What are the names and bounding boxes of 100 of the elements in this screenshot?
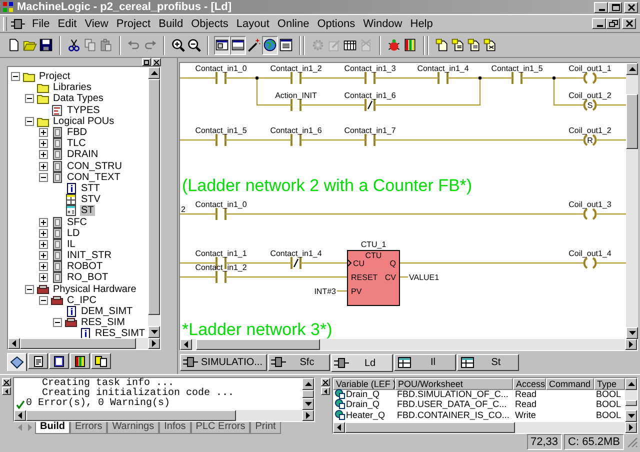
output-tab[interactable]: PLC Errors xyxy=(190,422,250,434)
output-tab[interactable]: Build xyxy=(35,422,70,434)
tree-item[interactable]: Physical Hardware xyxy=(52,284,138,295)
tree-item[interactable]: INIT_STR xyxy=(66,250,112,262)
column-header[interactable]: Type xyxy=(594,378,625,390)
menu-item[interactable]: Project xyxy=(112,18,155,30)
tree-item[interactable]: ROBOT xyxy=(66,261,104,272)
vertical-scrollbar[interactable] xyxy=(302,378,314,410)
tree-item[interactable]: TLC xyxy=(66,138,87,150)
minus-icon[interactable] xyxy=(25,116,34,126)
close-button[interactable] xyxy=(2,378,11,386)
maximize-button[interactable] xyxy=(608,2,622,12)
scroll-down-button[interactable] xyxy=(148,326,160,338)
minimize-button[interactable] xyxy=(594,2,608,12)
scroll-right-button[interactable] xyxy=(625,339,637,350)
tree-item[interactable]: IL xyxy=(66,238,76,250)
panel-tab[interactable] xyxy=(28,353,48,369)
tree-item[interactable]: RES_SIMT xyxy=(94,328,146,338)
plus-icon[interactable] xyxy=(39,218,48,227)
plus-icon[interactable] xyxy=(39,128,48,138)
minus-icon[interactable] xyxy=(39,296,48,305)
horizontal-scrollbar[interactable] xyxy=(180,339,637,350)
horizontal-scrollbar[interactable] xyxy=(8,338,160,349)
scroll-thumb[interactable] xyxy=(625,400,637,406)
output-tab[interactable]: Infos xyxy=(159,422,191,434)
close-button[interactable] xyxy=(152,58,161,66)
tree-item[interactable]: ST xyxy=(80,205,95,216)
scroll-down-button[interactable] xyxy=(626,327,638,339)
minus-icon[interactable] xyxy=(11,72,20,82)
collapse-button[interactable] xyxy=(2,387,11,395)
output-tab[interactable]: Print xyxy=(250,422,281,434)
scroll-down-button[interactable] xyxy=(625,410,637,422)
minus-icon[interactable] xyxy=(25,284,34,294)
tree-item[interactable]: STV xyxy=(80,194,102,206)
plus-icon[interactable] xyxy=(39,139,48,148)
tree-item[interactable]: DEM_SIMT xyxy=(80,306,134,318)
scroll-up-button[interactable] xyxy=(626,63,638,75)
coil[interactable] xyxy=(583,99,597,111)
column-header[interactable]: POU/Worksheet xyxy=(395,378,513,390)
tree-item[interactable]: Libraries xyxy=(52,82,92,94)
scroll-thumb[interactable] xyxy=(196,339,320,350)
tree-item[interactable]: CON_TEXT xyxy=(66,172,122,183)
column-header[interactable]: Command xyxy=(546,378,594,390)
tree-item[interactable]: CON_STRU xyxy=(66,160,124,172)
menu-item[interactable]: File xyxy=(28,18,54,30)
tree-item[interactable]: RO_BOT xyxy=(66,272,110,284)
tree-item[interactable]: STT xyxy=(80,182,101,194)
scroll-left-button[interactable] xyxy=(180,339,192,350)
plus-icon[interactable] xyxy=(39,262,48,272)
scroll-down-button[interactable] xyxy=(302,398,314,410)
tree-item[interactable]: LD xyxy=(66,228,81,239)
plus-icon[interactable] xyxy=(39,150,48,160)
scroll-up-button[interactable] xyxy=(625,378,637,390)
menu-item[interactable]: Window xyxy=(359,18,406,30)
restore-button[interactable] xyxy=(142,58,151,66)
tree-item[interactable]: TYPES xyxy=(66,104,101,116)
function-block[interactable] xyxy=(347,250,400,306)
vertical-scrollbar[interactable] xyxy=(626,63,638,339)
panel-tab[interactable] xyxy=(49,353,69,369)
scroll-left-button[interactable] xyxy=(8,338,20,349)
minus-icon[interactable] xyxy=(25,94,34,104)
contact[interactable] xyxy=(290,256,302,270)
scroll-up-button[interactable] xyxy=(148,67,160,79)
horizontal-scrollbar[interactable] xyxy=(333,422,637,433)
horizontal-scrollbar[interactable] xyxy=(14,410,314,421)
editor-tab[interactable]: St xyxy=(456,354,518,371)
scroll-thumb[interactable] xyxy=(26,410,236,421)
tree-item[interactable]: Data Types xyxy=(52,93,104,104)
window-button[interactable] xyxy=(230,36,246,54)
menu-item[interactable]: Layout xyxy=(232,18,274,30)
plus-icon[interactable] xyxy=(39,228,48,238)
close-button[interactable] xyxy=(624,2,638,12)
panel-tab[interactable] xyxy=(91,353,111,369)
editor-tab[interactable]: Il xyxy=(394,354,456,371)
scroll-thumb[interactable] xyxy=(345,422,515,433)
window-button[interactable] xyxy=(214,36,230,54)
collapse-button[interactable] xyxy=(321,387,330,395)
scroll-right-button[interactable] xyxy=(625,422,637,433)
menu-item[interactable]: Options xyxy=(313,18,360,30)
menu-item[interactable]: View xyxy=(80,18,112,30)
vertical-scrollbar[interactable] xyxy=(625,378,637,422)
coil[interactable] xyxy=(583,134,597,146)
output-tab[interactable]: Warnings xyxy=(107,422,160,434)
plus-icon[interactable] xyxy=(39,273,48,282)
plus-icon[interactable] xyxy=(39,162,48,171)
plus-icon[interactable] xyxy=(39,240,48,249)
scroll-thumb[interactable] xyxy=(626,94,638,149)
editor-tab[interactable]: SIMULATIO... xyxy=(180,354,266,371)
editor-tab[interactable]: Ld xyxy=(330,354,392,372)
minus-icon[interactable] xyxy=(53,318,62,328)
restore-button[interactable] xyxy=(606,18,620,29)
scroll-right-button[interactable] xyxy=(302,410,314,421)
scroll-thumb[interactable] xyxy=(20,338,136,349)
scroll-right-button[interactable] xyxy=(148,338,160,349)
menu-item[interactable]: Online xyxy=(273,18,314,30)
plus-icon[interactable] xyxy=(39,251,48,260)
minus-icon[interactable] xyxy=(39,172,48,182)
column-header[interactable]: Access xyxy=(513,378,546,390)
close-button[interactable] xyxy=(622,18,636,29)
tree-item[interactable]: C_IPC xyxy=(66,294,98,306)
